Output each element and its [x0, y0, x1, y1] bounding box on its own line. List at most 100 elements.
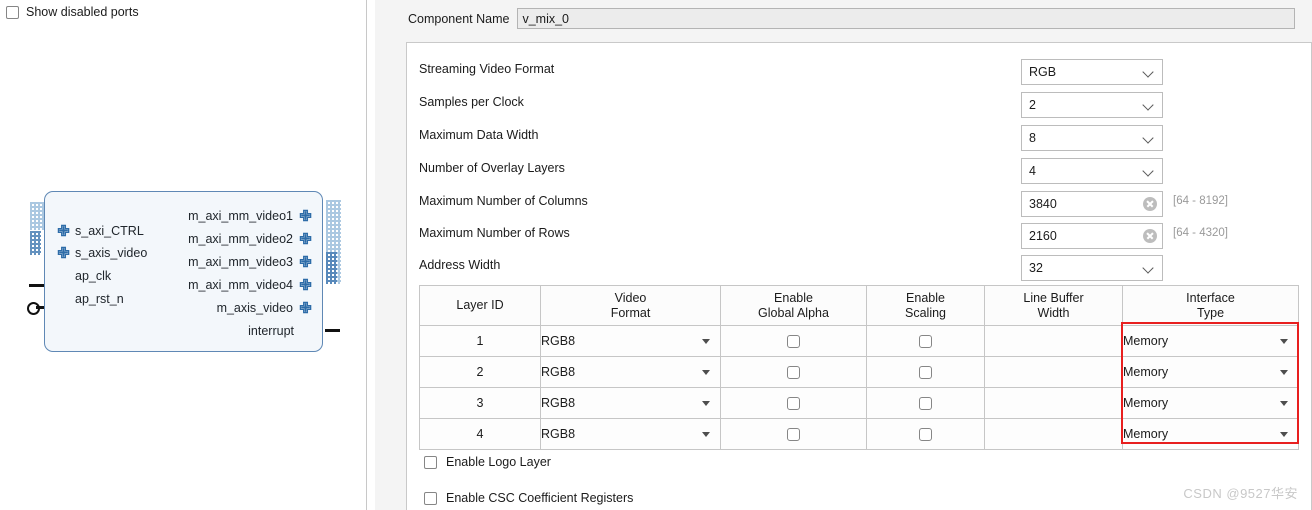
cell-line-buffer-width — [984, 387, 1123, 419]
maximum-data-width-combo[interactable]: 8 — [1021, 125, 1163, 151]
global-alpha-checkbox[interactable] — [787, 366, 800, 380]
table-row: 4 RGB8 Memory — [419, 418, 1299, 450]
expand-plus-icon[interactable]: ✙ — [299, 232, 312, 247]
table-row: 1 RGB8 Memory — [419, 325, 1299, 357]
cell-layer-id: 1 — [419, 325, 541, 357]
enable-logo-layer-checkbox[interactable] — [424, 455, 437, 469]
expand-plus-icon[interactable]: ✙ — [57, 246, 70, 261]
number-of-overlay-layers-combo[interactable]: 4 — [1021, 158, 1163, 184]
show-disabled-ports-checkbox[interactable] — [6, 5, 19, 19]
bus-stub-icon — [30, 231, 41, 255]
combo-value: Memory — [1123, 365, 1169, 379]
cell-global-alpha[interactable] — [720, 325, 867, 357]
header-line-2: Scaling — [905, 305, 946, 320]
expand-plus-icon[interactable]: ✙ — [299, 255, 312, 270]
cell-video-format-combo[interactable]: RGB8 — [540, 325, 721, 357]
address-width-combo[interactable]: 32 — [1021, 255, 1163, 281]
combo-value: Memory — [1123, 427, 1169, 441]
port-label: s_axi_CTRL — [75, 224, 144, 238]
port-label: m_axi_mm_video4 — [188, 278, 293, 292]
combo-value: RGB8 — [541, 334, 576, 348]
global-alpha-checkbox[interactable] — [787, 335, 800, 349]
header-line-1: Enable — [774, 290, 813, 305]
component-name-row: Component Name — [408, 8, 1296, 29]
combo-value: 4 — [1029, 164, 1036, 178]
cell-interface-type-combo[interactable]: Memory — [1122, 325, 1299, 357]
cell-scaling[interactable] — [866, 325, 985, 357]
expand-plus-icon[interactable]: ✙ — [299, 209, 312, 224]
cell-interface-type-combo[interactable]: Memory — [1122, 418, 1299, 450]
maximum-number-of-columns-input[interactable]: 3840 — [1021, 191, 1163, 217]
header-line-1: Video — [614, 290, 647, 305]
combo-value: 8 — [1029, 131, 1036, 145]
show-disabled-ports-row[interactable]: Show disabled ports — [6, 5, 139, 19]
cell-layer-id: 4 — [419, 418, 541, 450]
cell-line-buffer-width — [984, 418, 1123, 450]
clear-icon[interactable] — [1143, 197, 1157, 211]
header-line-2: Type — [1196, 305, 1225, 320]
cell-scaling[interactable] — [866, 356, 985, 388]
field-label: Samples per Clock — [419, 95, 524, 109]
block-port-ap-rst-n[interactable]: ap_rst_n — [57, 288, 124, 310]
column-header-enable-global-alpha: Enable Global Alpha — [720, 285, 867, 326]
samples-per-clock-combo[interactable]: 2 — [1021, 92, 1163, 118]
bus-stub-icon — [30, 202, 45, 230]
component-name-input[interactable] — [517, 8, 1296, 29]
port-label: ap_rst_n — [75, 292, 124, 306]
cell-video-format-combo[interactable]: RGB8 — [540, 418, 721, 450]
scaling-checkbox[interactable] — [919, 428, 932, 442]
cell-video-format-combo[interactable]: RGB8 — [540, 356, 721, 388]
chevron-down-icon — [1280, 339, 1288, 344]
range-hint: [64 - 8192] — [1173, 195, 1228, 207]
scaling-checkbox[interactable] — [919, 366, 932, 380]
enable-logo-layer-row[interactable]: Enable Logo Layer — [424, 455, 551, 469]
field-label: Address Width — [419, 258, 501, 272]
block-port-ap-clk[interactable]: ap_clk — [57, 265, 111, 287]
expand-plus-icon[interactable]: ✙ — [299, 278, 312, 293]
block-port-s-axis-video[interactable]: ✙ s_axis_video — [57, 242, 147, 264]
cell-interface-type-combo[interactable]: Memory — [1122, 356, 1299, 388]
clear-icon[interactable] — [1143, 229, 1157, 243]
chevron-down-icon — [1143, 66, 1155, 78]
block-port-m-axi-mm-video1[interactable]: m_axi_mm_video1 ✙ — [188, 205, 312, 227]
scaling-checkbox[interactable] — [919, 335, 932, 349]
cell-layer-id: 3 — [419, 387, 541, 419]
field-label: Maximum Data Width — [419, 128, 539, 142]
enable-csc-coefficient-registers-row[interactable]: Enable CSC Coefficient Registers — [424, 491, 633, 505]
clock-port-stub-icon — [29, 284, 44, 287]
cell-scaling[interactable] — [866, 418, 985, 450]
cell-line-buffer-width — [984, 356, 1123, 388]
block-port-m-axi-mm-video3[interactable]: m_axi_mm_video3 ✙ — [188, 251, 312, 273]
block-port-s-axi-ctrl[interactable]: ✙ s_axi_CTRL — [57, 220, 144, 242]
chevron-down-icon — [1143, 132, 1155, 144]
cell-video-format-combo[interactable]: RGB8 — [540, 387, 721, 419]
block-port-m-axi-mm-video4[interactable]: m_axi_mm_video4 ✙ — [188, 274, 312, 296]
block-port-interrupt[interactable]: interrupt — [248, 320, 312, 342]
global-alpha-checkbox[interactable] — [787, 428, 800, 442]
block-port-m-axi-mm-video2[interactable]: m_axi_mm_video2 ✙ — [188, 228, 312, 250]
expand-plus-icon[interactable]: ✙ — [57, 224, 70, 239]
combo-value: 2 — [1029, 98, 1036, 112]
port-label: ap_clk — [75, 269, 112, 283]
chevron-down-icon — [1280, 401, 1288, 406]
ip-block-diagram[interactable]: ✙ s_axi_CTRL ✙ s_axis_video ap_clk ap_rs… — [44, 191, 323, 352]
cell-interface-type-combo[interactable]: Memory — [1122, 387, 1299, 419]
field-label: Maximum Number of Columns — [419, 194, 588, 208]
column-header-line-buffer-width: Line Buffer Width — [984, 285, 1123, 326]
table-row: 3 RGB8 Memory — [419, 387, 1299, 419]
expand-plus-icon[interactable]: ✙ — [299, 301, 312, 316]
column-header-video-format: Video Format — [540, 285, 721, 326]
enable-logo-layer-label: Enable Logo Layer — [446, 455, 551, 469]
streaming-video-format-combo[interactable]: RGB — [1021, 59, 1163, 85]
cell-global-alpha[interactable] — [720, 356, 867, 388]
cell-global-alpha[interactable] — [720, 418, 867, 450]
enable-csc-coefficient-registers-checkbox[interactable] — [424, 491, 437, 505]
maximum-number-of-rows-input[interactable]: 2160 — [1021, 223, 1163, 249]
block-port-m-axis-video[interactable]: m_axis_video ✙ — [217, 297, 312, 319]
scaling-checkbox[interactable] — [919, 397, 932, 411]
cell-global-alpha[interactable] — [720, 387, 867, 419]
combo-value: RGB8 — [541, 427, 576, 441]
layer-config-table: Layer ID Video Format Enable Global Alph… — [419, 285, 1299, 450]
cell-scaling[interactable] — [866, 387, 985, 419]
global-alpha-checkbox[interactable] — [787, 397, 800, 411]
